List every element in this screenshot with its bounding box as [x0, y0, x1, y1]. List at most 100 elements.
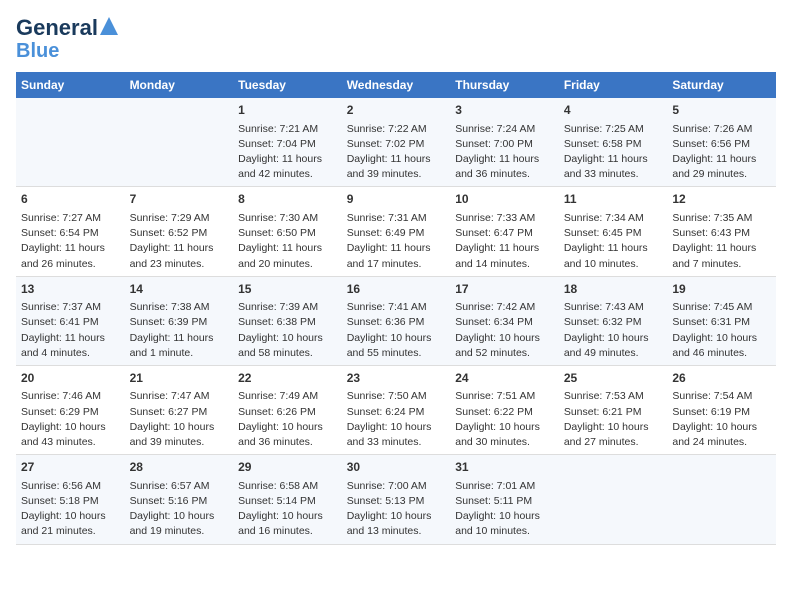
logo-text-blue: Blue — [16, 40, 59, 62]
day-info: Sunrise: 7:26 AMSunset: 6:56 PMDaylight:… — [672, 122, 771, 183]
day-number: 7 — [130, 191, 229, 208]
day-cell: 6 Sunrise: 7:27 AMSunset: 6:54 PMDaylight… — [16, 187, 125, 276]
day-cell: 31 Sunrise: 7:01 AMSunset: 5:11 PMDayligh… — [450, 455, 559, 544]
day-cell: 20 Sunrise: 7:46 AMSunset: 6:29 PMDayligh… — [16, 365, 125, 454]
day-info: Sunrise: 7:53 AMSunset: 6:21 PMDaylight:… — [564, 389, 663, 450]
day-info: Sunrise: 6:58 AMSunset: 5:14 PMDaylight:… — [238, 479, 337, 540]
day-number: 23 — [347, 370, 446, 387]
day-cell — [667, 455, 776, 544]
day-info: Sunrise: 6:57 AMSunset: 5:16 PMDaylight:… — [130, 479, 229, 540]
day-info: Sunrise: 7:41 AMSunset: 6:36 PMDaylight:… — [347, 300, 446, 361]
day-info: Sunrise: 7:22 AMSunset: 7:02 PMDaylight:… — [347, 122, 446, 183]
day-number: 2 — [347, 102, 446, 119]
day-number: 12 — [672, 191, 771, 208]
day-cell: 8 Sunrise: 7:30 AMSunset: 6:50 PMDaylight… — [233, 187, 342, 276]
day-cell: 27 Sunrise: 6:56 AMSunset: 5:18 PMDayligh… — [16, 455, 125, 544]
day-info: Sunrise: 7:38 AMSunset: 6:39 PMDaylight:… — [130, 300, 229, 361]
day-info: Sunrise: 7:24 AMSunset: 7:00 PMDaylight:… — [455, 122, 554, 183]
day-cell: 2 Sunrise: 7:22 AMSunset: 7:02 PMDaylight… — [342, 98, 451, 187]
day-info: Sunrise: 7:31 AMSunset: 6:49 PMDaylight:… — [347, 211, 446, 272]
header-tuesday: Tuesday — [233, 72, 342, 98]
day-info: Sunrise: 7:47 AMSunset: 6:27 PMDaylight:… — [130, 389, 229, 450]
day-cell: 17 Sunrise: 7:42 AMSunset: 6:34 PMDayligh… — [450, 276, 559, 365]
day-number: 11 — [564, 191, 663, 208]
logo-icon — [100, 17, 118, 35]
day-cell: 25 Sunrise: 7:53 AMSunset: 6:21 PMDayligh… — [559, 365, 668, 454]
day-cell: 4 Sunrise: 7:25 AMSunset: 6:58 PMDaylight… — [559, 98, 668, 187]
day-number: 29 — [238, 459, 337, 476]
day-number: 22 — [238, 370, 337, 387]
day-info: Sunrise: 7:34 AMSunset: 6:45 PMDaylight:… — [564, 211, 663, 272]
day-info: Sunrise: 7:33 AMSunset: 6:47 PMDaylight:… — [455, 211, 554, 272]
day-number: 8 — [238, 191, 337, 208]
week-row-5: 27 Sunrise: 6:56 AMSunset: 5:18 PMDayligh… — [16, 455, 776, 544]
day-cell: 26Sunrise: 7:54 AMSunset: 6:19 PMDayligh… — [667, 365, 776, 454]
day-info: Sunrise: 7:30 AMSunset: 6:50 PMDaylight:… — [238, 211, 337, 272]
day-cell — [16, 98, 125, 187]
day-cell — [125, 98, 234, 187]
week-row-3: 13Sunrise: 7:37 AMSunset: 6:41 PMDayligh… — [16, 276, 776, 365]
header-row: SundayMondayTuesdayWednesdayThursdayFrid… — [16, 72, 776, 98]
day-number: 6 — [21, 191, 120, 208]
day-info: Sunrise: 7:21 AMSunset: 7:04 PMDaylight:… — [238, 122, 337, 183]
day-number: 20 — [21, 370, 120, 387]
day-number: 16 — [347, 281, 446, 298]
day-cell: 24Sunrise: 7:51 AMSunset: 6:22 PMDayligh… — [450, 365, 559, 454]
day-number: 30 — [347, 459, 446, 476]
day-cell: 13Sunrise: 7:37 AMSunset: 6:41 PMDayligh… — [16, 276, 125, 365]
day-info: Sunrise: 7:29 AMSunset: 6:52 PMDaylight:… — [130, 211, 229, 272]
day-cell: 14 Sunrise: 7:38 AMSunset: 6:39 PMDayligh… — [125, 276, 234, 365]
day-info: Sunrise: 7:45 AMSunset: 6:31 PMDaylight:… — [672, 300, 771, 361]
day-number: 17 — [455, 281, 554, 298]
calendar-table: SundayMondayTuesdayWednesdayThursdayFrid… — [16, 72, 776, 544]
header-monday: Monday — [125, 72, 234, 98]
day-info: Sunrise: 7:35 AMSunset: 6:43 PMDaylight:… — [672, 211, 771, 272]
day-number: 21 — [130, 370, 229, 387]
day-info: Sunrise: 7:25 AMSunset: 6:58 PMDaylight:… — [564, 122, 663, 183]
day-info: Sunrise: 7:42 AMSunset: 6:34 PMDaylight:… — [455, 300, 554, 361]
header-sunday: Sunday — [16, 72, 125, 98]
day-number: 3 — [455, 102, 554, 119]
day-info: Sunrise: 7:43 AMSunset: 6:32 PMDaylight:… — [564, 300, 663, 361]
day-number: 18 — [564, 281, 663, 298]
day-info: Sunrise: 7:46 AMSunset: 6:29 PMDaylight:… — [21, 389, 120, 450]
day-number: 25 — [564, 370, 663, 387]
header-friday: Friday — [559, 72, 668, 98]
day-cell: 1 Sunrise: 7:21 AMSunset: 7:04 PMDaylight… — [233, 98, 342, 187]
page-header: General Blue — [16, 16, 776, 62]
day-number: 10 — [455, 191, 554, 208]
day-cell: 5 Sunrise: 7:26 AMSunset: 6:56 PMDaylight… — [667, 98, 776, 187]
day-info: Sunrise: 7:54 AMSunset: 6:19 PMDaylight:… — [672, 389, 771, 450]
day-info: Sunrise: 7:50 AMSunset: 6:24 PMDaylight:… — [347, 389, 446, 450]
day-number: 31 — [455, 459, 554, 476]
day-number: 14 — [130, 281, 229, 298]
header-thursday: Thursday — [450, 72, 559, 98]
logo-text-general: General — [16, 16, 98, 40]
day-cell: 18 Sunrise: 7:43 AMSunset: 6:32 PMDayligh… — [559, 276, 668, 365]
day-info: Sunrise: 7:39 AMSunset: 6:38 PMDaylight:… — [238, 300, 337, 361]
day-info: Sunrise: 7:27 AMSunset: 6:54 PMDaylight:… — [21, 211, 120, 272]
day-number: 9 — [347, 191, 446, 208]
day-number: 4 — [564, 102, 663, 119]
day-cell: 28 Sunrise: 6:57 AMSunset: 5:16 PMDayligh… — [125, 455, 234, 544]
header-saturday: Saturday — [667, 72, 776, 98]
day-number: 28 — [130, 459, 229, 476]
day-number: 19 — [672, 281, 771, 298]
day-number: 27 — [21, 459, 120, 476]
day-cell: 22Sunrise: 7:49 AMSunset: 6:26 PMDayligh… — [233, 365, 342, 454]
day-number: 24 — [455, 370, 554, 387]
day-number: 1 — [238, 102, 337, 119]
day-info: Sunrise: 7:00 AMSunset: 5:13 PMDaylight:… — [347, 479, 446, 540]
day-cell: 11 Sunrise: 7:34 AMSunset: 6:45 PMDayligh… — [559, 187, 668, 276]
day-info: Sunrise: 7:01 AMSunset: 5:11 PMDaylight:… — [455, 479, 554, 540]
day-cell: 19 Sunrise: 7:45 AMSunset: 6:31 PMDayligh… — [667, 276, 776, 365]
day-cell: 9 Sunrise: 7:31 AMSunset: 6:49 PMDaylight… — [342, 187, 451, 276]
day-cell: 23 Sunrise: 7:50 AMSunset: 6:24 PMDayligh… — [342, 365, 451, 454]
day-info: Sunrise: 6:56 AMSunset: 5:18 PMDaylight:… — [21, 479, 120, 540]
day-number: 15 — [238, 281, 337, 298]
day-number: 5 — [672, 102, 771, 119]
day-cell — [559, 455, 668, 544]
day-number: 13 — [21, 281, 120, 298]
week-row-2: 6 Sunrise: 7:27 AMSunset: 6:54 PMDaylight… — [16, 187, 776, 276]
day-cell: 29 Sunrise: 6:58 AMSunset: 5:14 PMDayligh… — [233, 455, 342, 544]
